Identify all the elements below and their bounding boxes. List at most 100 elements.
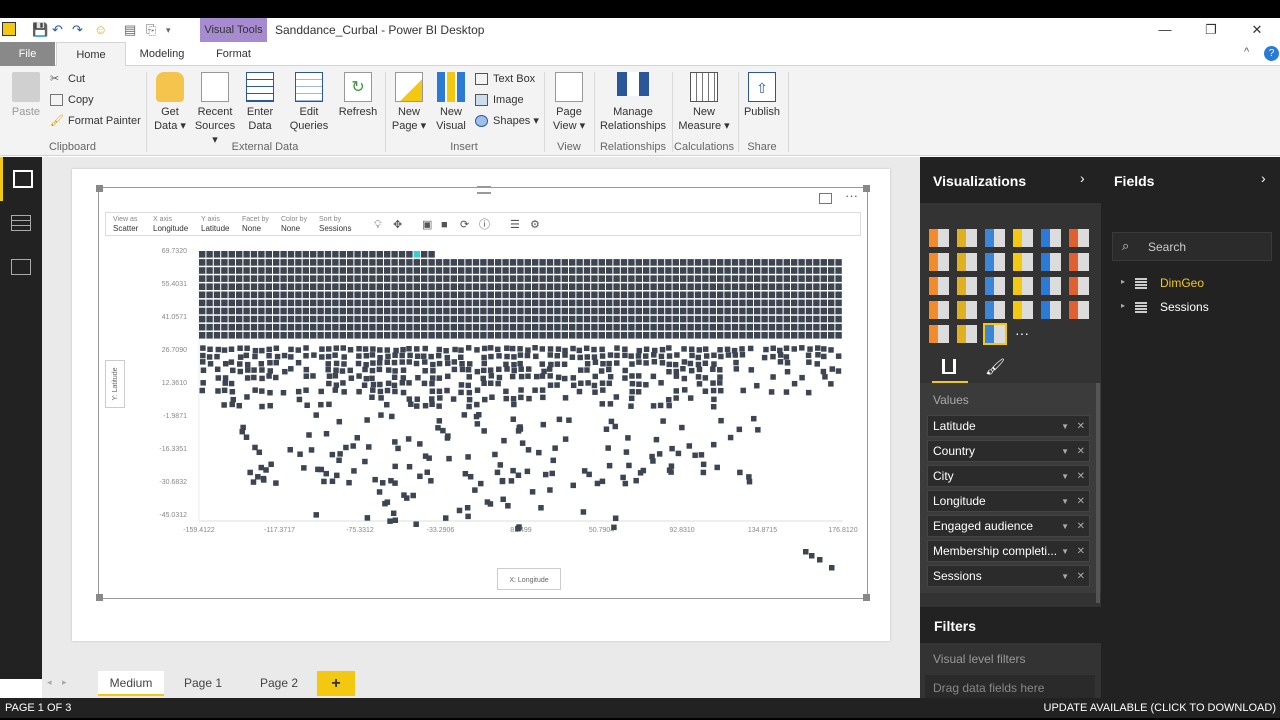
save-icon[interactable]: 💾	[32, 22, 48, 38]
shapes-button[interactable]: Shapes ▾	[475, 112, 539, 130]
search-box[interactable]: ⌕ Search	[1112, 232, 1272, 261]
add-page-button[interactable]: +	[317, 671, 355, 696]
paste-button[interactable]: Paste	[8, 72, 44, 119]
page-tab-page2[interactable]: Page 2	[243, 671, 315, 696]
minimize-button[interactable]: —	[1148, 20, 1182, 40]
line-clustered-visual-icon[interactable]	[1041, 253, 1061, 271]
field-dropdown-icon[interactable]: ▼	[1061, 541, 1069, 562]
cut-button[interactable]: ✂ Cut	[50, 70, 85, 88]
restore-button[interactable]: ❐	[1194, 20, 1228, 40]
scroll-right-icon[interactable]: ▸	[62, 677, 67, 688]
card-visual-icon[interactable]	[1041, 301, 1061, 319]
field-dropdown-icon[interactable]: ▼	[1061, 416, 1069, 437]
more-visuals-icon[interactable]: ···	[1015, 325, 1029, 341]
close-button[interactable]: ✕	[1240, 20, 1274, 40]
ribbon-visual-icon[interactable]	[1069, 253, 1089, 271]
scatter-visual-icon[interactable]	[957, 277, 977, 295]
funnel-visual-icon[interactable]	[957, 301, 977, 319]
remove-field-icon[interactable]: ✕	[1077, 566, 1085, 587]
pie-visual-icon[interactable]	[985, 277, 1005, 295]
page-tab-medium[interactable]: Medium	[98, 671, 164, 696]
remove-field-icon[interactable]: ✕	[1077, 466, 1085, 487]
sanddance-visual[interactable]: ··· View as Scatter X axis Longitude Y axi…	[96, 185, 870, 601]
y-axis-title-box[interactable]	[105, 360, 125, 408]
remove-field-icon[interactable]: ✕	[1077, 441, 1085, 462]
redo-icon[interactable]: ↷	[72, 22, 83, 38]
qat-export-icon[interactable]: ⎘	[146, 22, 156, 38]
refresh-button[interactable]: ↻ Refresh	[338, 72, 378, 119]
table-dimgeo[interactable]: ▸ DimGeo	[1121, 275, 1271, 293]
edit-queries-button[interactable]: Edit Queries	[288, 72, 330, 133]
data-view-button[interactable]	[0, 201, 42, 245]
new-page-button[interactable]: New Page ▾	[390, 72, 428, 133]
scroll-left-icon[interactable]: ◂	[47, 677, 52, 688]
table-sessions[interactable]: ▸ Sessions	[1121, 299, 1271, 317]
value-field[interactable]: Engaged audience ▼ ✕	[927, 515, 1090, 537]
copy-button[interactable]: Copy	[50, 91, 94, 109]
stacked-bar-visual-icon[interactable]	[929, 229, 949, 247]
tab-format[interactable]: Format	[200, 42, 267, 66]
multi-row-card-visual-icon[interactable]	[1013, 301, 1033, 319]
collapse-viz-pane-icon[interactable]: ›	[1080, 170, 1085, 186]
value-field[interactable]: City ▼ ✕	[927, 465, 1090, 487]
update-available-link[interactable]: UPDATE AVAILABLE (CLICK TO DOWNLOAD)	[1044, 698, 1276, 718]
globe-visual-icon[interactable]	[957, 325, 977, 343]
tab-home[interactable]: Home	[56, 42, 126, 67]
tab-file[interactable]: File	[0, 42, 55, 66]
clustered-column-visual-icon[interactable]	[1013, 229, 1033, 247]
value-field[interactable]: Membership completi... ▼ ✕	[927, 540, 1090, 562]
value-field[interactable]: Country ▼ ✕	[927, 440, 1090, 462]
get-data-button[interactable]: Get Data ▾	[152, 72, 188, 133]
field-dropdown-icon[interactable]: ▼	[1061, 466, 1069, 487]
smiley-feedback-icon[interactable]: ☺	[94, 22, 107, 38]
remove-field-icon[interactable]: ✕	[1077, 491, 1085, 512]
undo-icon[interactable]: ↶	[52, 22, 63, 38]
enter-data-button[interactable]: Enter Data	[242, 72, 278, 133]
100-column-visual-icon[interactable]	[1069, 229, 1089, 247]
search-input[interactable]: Search	[1148, 240, 1186, 254]
tab-modeling[interactable]: Modeling	[130, 42, 194, 66]
donut-visual-icon[interactable]	[1013, 277, 1033, 295]
publish-button[interactable]: ⇧ Publish	[742, 72, 782, 119]
value-field[interactable]: Latitude ▼ ✕	[927, 415, 1090, 437]
x-axis-title-box[interactable]	[497, 568, 561, 590]
remove-field-icon[interactable]: ✕	[1077, 416, 1085, 437]
qat-doc-icon[interactable]: ▤	[124, 22, 136, 38]
clustered-bar-visual-icon[interactable]	[985, 229, 1005, 247]
text-box-button[interactable]: Text Box	[475, 70, 535, 88]
area-visual-icon[interactable]	[957, 253, 977, 271]
field-dropdown-icon[interactable]: ▼	[1061, 566, 1069, 587]
slicer-visual-icon[interactable]	[929, 325, 949, 343]
remove-field-icon[interactable]: ✕	[1077, 541, 1085, 562]
page-view-button[interactable]: Page View ▾	[550, 72, 588, 133]
report-view-button[interactable]	[0, 157, 42, 201]
image-button[interactable]: Image	[475, 91, 524, 109]
page-tab-page1[interactable]: Page 1	[167, 671, 239, 696]
qat-customize-icon[interactable]: ▾	[166, 22, 171, 38]
help-icon[interactable]: ?	[1264, 46, 1279, 61]
kpi-visual-icon[interactable]	[1069, 301, 1089, 319]
stacked-column-visual-icon[interactable]	[957, 229, 977, 247]
format-tab-button[interactable]: 🖌︎	[978, 353, 1008, 383]
field-dropdown-icon[interactable]: ▼	[1061, 516, 1069, 537]
fields-tab-button[interactable]	[932, 353, 968, 383]
relationships-view-button[interactable]	[0, 245, 42, 289]
manage-relationships-button[interactable]: Manage Relationships	[598, 72, 668, 133]
field-dropdown-icon[interactable]: ▼	[1061, 491, 1069, 512]
100-bar-visual-icon[interactable]	[1041, 229, 1061, 247]
treemap-visual-icon[interactable]	[1041, 277, 1061, 295]
drag-fields-dropzone[interactable]: Drag data fields here	[925, 675, 1095, 698]
remove-field-icon[interactable]: ✕	[1077, 516, 1085, 537]
gauge-visual-icon[interactable]	[985, 301, 1005, 319]
filled-map-visual-icon[interactable]	[929, 301, 949, 319]
pane-scrollbar[interactable]	[1096, 383, 1100, 603]
stacked-area-visual-icon[interactable]	[985, 253, 1005, 271]
new-visual-button[interactable]: New Visual	[432, 72, 470, 133]
waterfall-visual-icon[interactable]	[929, 277, 949, 295]
sanddance-visual-icon[interactable]	[983, 323, 1007, 345]
line-visual-icon[interactable]	[929, 253, 949, 271]
format-painter-button[interactable]: 🖌 Format Painter	[50, 112, 141, 130]
recent-sources-button[interactable]: Recent Sources ▾	[192, 72, 238, 147]
value-field[interactable]: Longitude ▼ ✕	[927, 490, 1090, 512]
map-visual-icon[interactable]	[1069, 277, 1089, 295]
